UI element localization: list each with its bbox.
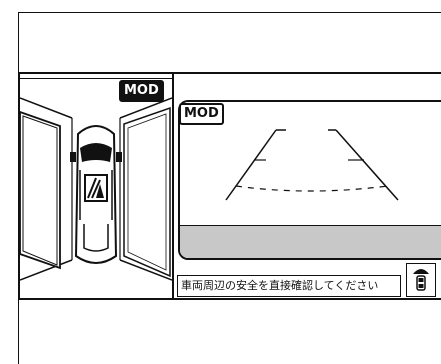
car-top-view-icon [70,125,122,264]
display-screen: MOD MOD 車両周辺の安全を直接確認してください [0,0,441,364]
bottom-strip [18,300,441,364]
top-strip [18,12,441,72]
safety-message: 車両周辺の安全を直接確認してください [177,275,401,297]
camera-mode-badge: MOD [179,103,224,125]
parking-sensor-icon [413,269,429,291]
left-mode-badge: MOD [119,80,164,102]
left-panel-top-line [18,78,174,79]
parking-sensor-button[interactable] [406,263,436,297]
panel-divider [172,72,174,300]
